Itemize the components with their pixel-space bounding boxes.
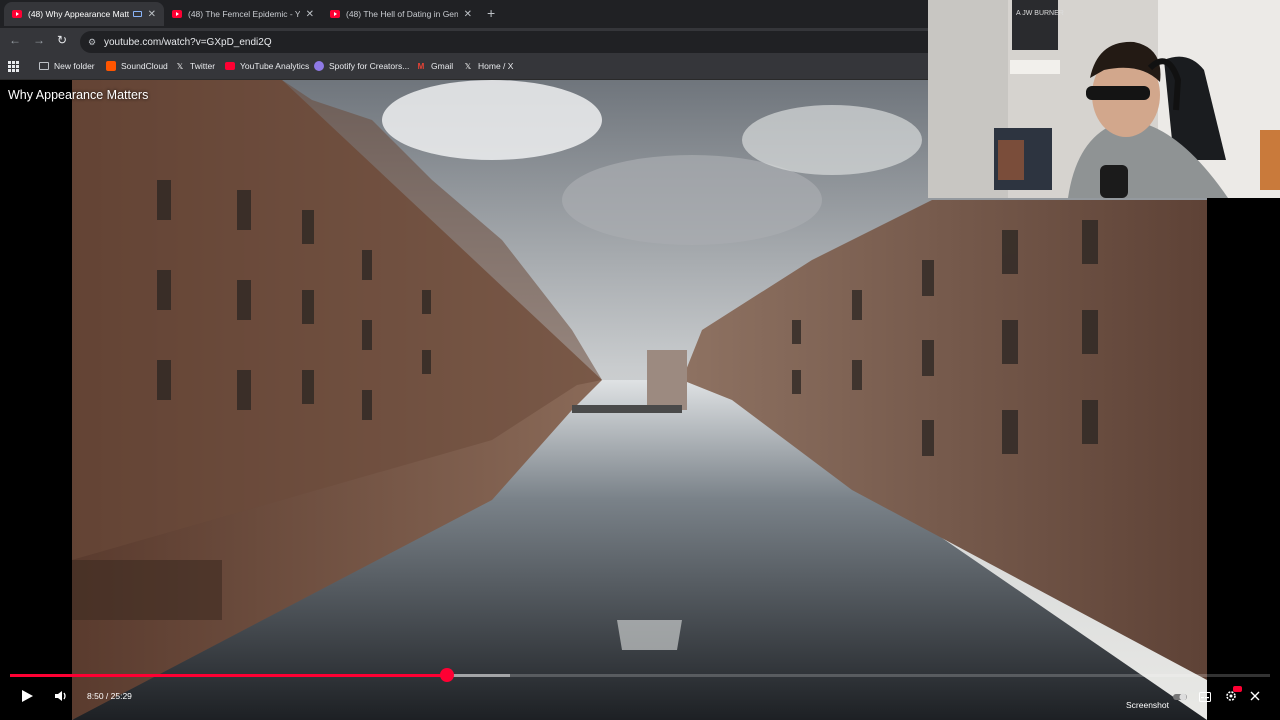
settings-gear-icon[interactable] (1225, 690, 1237, 705)
volume-icon[interactable] (55, 690, 68, 705)
youtube-favicon-icon (172, 10, 182, 18)
progress-bar-played (10, 674, 447, 677)
youtube-favicon-icon (330, 10, 340, 18)
browser-toolbar: ← → ↻ ⚙ youtube.com/watch?v=GXpD_endi2Q (0, 28, 928, 56)
gmail-icon: M (417, 61, 425, 71)
bookmark-label: YouTube Analytics (240, 61, 310, 71)
bookmark-soundcloud[interactable]: SoundCloud (106, 61, 168, 71)
exit-fullscreen-icon[interactable] (1250, 691, 1260, 704)
screenshot-label[interactable]: Screenshot (1126, 700, 1169, 710)
bookmark-home-x[interactable]: 𝕏 Home / X (463, 61, 514, 71)
site-info-icon[interactable]: ⚙ (88, 37, 96, 48)
bookmark-label: Spotify for Creators... (329, 61, 410, 71)
tab-title: (48) Why Appearance Matte (28, 9, 129, 19)
bookmark-label: SoundCloud (121, 61, 168, 71)
bookmark-gmail[interactable]: M Gmail (416, 61, 454, 71)
tab-why-appearance-matters[interactable]: (48) Why Appearance Matte ✕ (4, 2, 164, 26)
x-icon: 𝕏 (176, 61, 184, 71)
close-tab-icon[interactable]: ✕ (464, 9, 472, 20)
cast-icon (132, 11, 142, 17)
forward-arrow-icon[interactable]: → (33, 33, 45, 47)
reload-icon[interactable]: ↻ (57, 33, 67, 47)
tab-title: (48) The Femcel Epidemic - You (188, 9, 300, 19)
youtube-icon (225, 62, 235, 70)
bookmark-twitter[interactable]: 𝕏 Twitter (175, 61, 215, 71)
hd-badge-icon (1233, 686, 1242, 692)
browser-window: (48) Why Appearance Matte ✕ (48) The Fem… (0, 0, 928, 80)
close-tab-icon[interactable]: ✕ (148, 9, 156, 20)
bookmark-new-folder[interactable]: New folder (39, 61, 95, 71)
bookmark-label: Home / X (478, 61, 514, 71)
bookmark-label: Twitter (190, 61, 216, 71)
progress-scrubber-handle[interactable] (440, 668, 454, 682)
tab-hell-of-dating[interactable]: (48) The Hell of Dating in Gen Z ✕ (322, 2, 480, 26)
autoplay-toggle[interactable] (1173, 692, 1187, 704)
folder-icon (39, 62, 49, 70)
url-text: youtube.com/watch?v=GXpD_endi2Q (104, 36, 272, 48)
address-bar[interactable]: ⚙ youtube.com/watch?v=GXpD_endi2Q (80, 31, 928, 53)
apps-grid-icon[interactable] (8, 61, 19, 72)
bookmark-label: Gmail (431, 61, 454, 71)
youtube-favicon-icon (12, 10, 22, 18)
close-tab-icon[interactable]: ✕ (306, 9, 314, 20)
x-icon: 𝕏 (464, 61, 472, 71)
soundcloud-icon (106, 61, 116, 71)
tab-femcel-epidemic[interactable]: (48) The Femcel Epidemic - You ✕ (164, 2, 322, 26)
tab-strip: (48) Why Appearance Matte ✕ (48) The Fem… (0, 0, 928, 28)
bookmark-label: New folder (54, 61, 95, 71)
spotify-icon (314, 61, 324, 71)
time-display: 8:50 / 25:29 (87, 691, 132, 701)
bookmark-youtube-analytics[interactable]: YouTube Analytics (225, 61, 309, 71)
webcam-overlay: A JW BURNER (928, 0, 1280, 198)
play-button[interactable] (20, 689, 34, 706)
video-title[interactable]: Why Appearance Matters (8, 88, 148, 102)
bookmarks-bar: New folder SoundCloud 𝕏 Twitter YouTube … (0, 56, 928, 80)
back-arrow-icon[interactable]: ← (9, 33, 21, 47)
wall-sign-text: A JW BURNER (1016, 10, 1064, 17)
bookmark-spotify-for-creators[interactable]: Spotify for Creators... (314, 61, 409, 71)
subtitles-icon[interactable] (1199, 692, 1211, 705)
new-tab-button[interactable]: + (487, 5, 495, 21)
tab-title: (48) The Hell of Dating in Gen Z (346, 9, 458, 19)
